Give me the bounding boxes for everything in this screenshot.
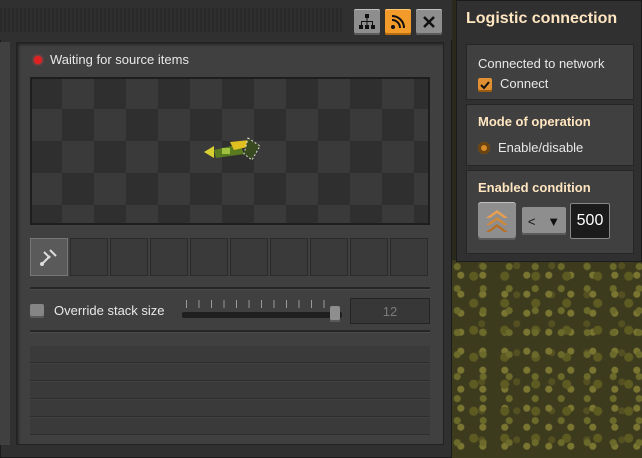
network-card: Connected to network Connect (466, 44, 634, 100)
game-world-ground (452, 260, 642, 458)
titlebar-drag-handle[interactable] (0, 8, 342, 32)
stack-inserter-preview-icon (204, 137, 261, 161)
slider-ticks (186, 300, 336, 308)
stack-size-slider[interactable] (182, 300, 342, 322)
status-led-icon (34, 55, 42, 64)
chevron-down-icon: ▼ (547, 213, 561, 229)
close-icon (423, 16, 435, 28)
section-divider (30, 287, 430, 290)
wrench-filter-icon (40, 249, 57, 266)
checkmark-icon (480, 81, 490, 90)
close-button[interactable] (416, 9, 442, 35)
mode-option-label[interactable]: Enable/disable (498, 140, 583, 155)
slider-track[interactable] (182, 312, 342, 318)
filter-slot[interactable] (190, 238, 228, 276)
filter-slot[interactable] (150, 238, 188, 276)
condition-signal-button[interactable] (478, 202, 516, 240)
filter-slot[interactable] (70, 238, 108, 276)
status-text: Waiting for source items (50, 52, 189, 67)
status-line: Waiting for source items (34, 52, 189, 67)
network-tree-icon (359, 14, 375, 29)
connected-label: Connected to network (478, 56, 605, 71)
filter-slot[interactable] (230, 238, 268, 276)
empty-row (30, 382, 430, 399)
network-button[interactable] (354, 9, 380, 35)
stack-size-input[interactable]: 12 (350, 298, 430, 324)
connect-label[interactable]: Connect (500, 76, 548, 91)
mode-card: Mode of operation Enable/disable (466, 104, 634, 166)
logistic-connection-button[interactable] (385, 9, 411, 35)
filter-slot[interactable] (110, 238, 148, 276)
filter-slot[interactable] (390, 238, 428, 276)
override-checkbox[interactable] (30, 303, 44, 318)
comparator-dropdown[interactable]: < ▼ (522, 207, 566, 235)
enable-disable-radio[interactable] (478, 142, 490, 154)
filter-slot[interactable] (270, 238, 308, 276)
empty-row (30, 364, 430, 381)
filter-slot[interactable] (310, 238, 348, 276)
connect-checkbox[interactable] (478, 78, 492, 92)
inserter-window: Waiting for source items Override stack … (0, 0, 452, 458)
left-sidebar-strip (0, 42, 10, 445)
window-titlebar[interactable] (0, 0, 452, 40)
empty-row (30, 346, 430, 363)
filter-slot-row (30, 238, 430, 276)
slider-handle[interactable] (330, 306, 340, 322)
empty-row (30, 418, 430, 435)
stack-inserter-signal-icon (486, 210, 508, 232)
constant-input[interactable]: 500 (570, 203, 610, 239)
empty-settings-area (30, 340, 430, 440)
filter-mode-button[interactable] (30, 238, 68, 276)
panel-title: Logistic connection (466, 10, 618, 27)
empty-row (30, 400, 430, 417)
comparator-value: < (527, 213, 536, 229)
override-stack-size[interactable]: Override stack size (30, 303, 165, 318)
section-divider (30, 330, 430, 333)
override-label: Override stack size (54, 303, 165, 318)
condition-title: Enabled condition (478, 180, 591, 195)
mode-title: Mode of operation (478, 114, 591, 129)
logistic-connection-icon (391, 15, 405, 29)
filter-slot[interactable] (350, 238, 388, 276)
